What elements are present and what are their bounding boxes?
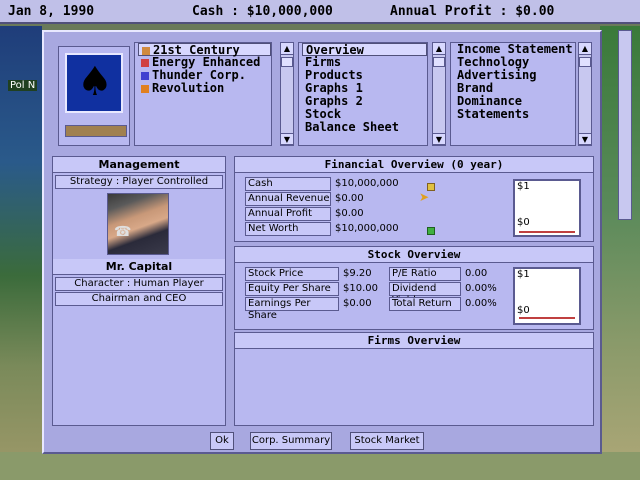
corporation-name: Revolution xyxy=(152,81,225,95)
view-list-scrollbar[interactable]: ▲ ▼ xyxy=(432,42,446,146)
stock-label: Earnings Per Share xyxy=(245,297,339,321)
corporation-logo: ♠ xyxy=(58,46,130,146)
ceo-portrait: ☎ xyxy=(107,193,169,255)
corporation-color-swatch xyxy=(141,58,149,67)
financial-label: Cash xyxy=(245,177,331,191)
corporation-color-swatch xyxy=(141,71,149,80)
management-panel: Management Strategy : Player Controlled … xyxy=(52,156,226,426)
map-label: Pol N xyxy=(8,80,38,91)
phone-icon: ☎ xyxy=(114,224,132,240)
graph-line xyxy=(519,231,575,233)
firms-overview-panel: Firms Overview xyxy=(234,332,594,426)
financial-value: $10,000,000 xyxy=(335,223,399,234)
corporation-list-scrollbar[interactable]: ▲ ▼ xyxy=(280,42,294,146)
report-list-scrollbar[interactable]: ▲ ▼ xyxy=(578,42,592,146)
background-scenery-bottom xyxy=(0,452,640,480)
spade-icon: ♠ xyxy=(77,59,113,105)
stock-overview-title: Stock Overview xyxy=(235,247,593,263)
status-indicator-green xyxy=(427,227,435,235)
view-item[interactable]: Balance Sheet xyxy=(302,121,427,134)
report-list: Income Statement Technology Advertising Bra… xyxy=(450,42,576,146)
scroll-down-icon[interactable]: ▼ xyxy=(433,133,445,145)
financial-label: Annual Revenue xyxy=(245,192,331,206)
scroll-down-icon[interactable]: ▼ xyxy=(579,133,591,145)
stock-label: Equity Per Share xyxy=(245,282,339,296)
graph-bottom-label: $0 xyxy=(517,217,530,228)
financial-value: $0.00 xyxy=(335,193,364,204)
graph-top-label: $1 xyxy=(517,181,530,192)
graph-bottom-label: $0 xyxy=(517,305,530,316)
financial-overview-title: Financial Overview (0 year) xyxy=(235,157,593,173)
corporation-color-swatch xyxy=(142,46,150,55)
stock-value: $0.00 xyxy=(343,298,372,309)
stock-value: 0.00% xyxy=(465,283,497,294)
stock-value: $10.00 xyxy=(343,283,378,294)
stock-graph: $1 $0 xyxy=(513,267,581,325)
annual-profit-readout: Annual Profit : $0.00 xyxy=(390,4,555,19)
view-list: Overview Firms Products Graphs 1 Graphs 2 Sto… xyxy=(298,42,428,146)
game-date: Jan 8, 1990 xyxy=(8,4,95,19)
scroll-up-icon[interactable]: ▲ xyxy=(281,43,293,55)
background-scrollbar-right[interactable] xyxy=(618,30,632,220)
stock-value: 0.00 xyxy=(465,268,488,279)
corporation-report-window: ♠ 21st Century Energy Enhanced Thunder Cor… xyxy=(42,30,602,454)
financial-label: Annual Profit xyxy=(245,207,331,221)
cash-readout: Cash : $10,000,000 xyxy=(192,4,333,19)
scroll-down-icon[interactable]: ▼ xyxy=(281,133,293,145)
stock-market-button[interactable]: Stock Market xyxy=(350,432,424,450)
financial-graph: $1 $0 xyxy=(513,179,581,237)
financial-label: Net Worth xyxy=(245,222,331,236)
background-scenery-left xyxy=(0,26,42,480)
stock-label: Stock Price xyxy=(245,267,339,281)
status-bar: Jan 8, 1990 Cash : $10,000,000 Annual Pr… xyxy=(0,0,640,24)
scroll-up-icon[interactable]: ▲ xyxy=(579,43,591,55)
corporation-list: 21st Century Energy Enhanced Thunder Corp.… xyxy=(134,42,272,146)
scroll-thumb[interactable] xyxy=(579,57,591,67)
report-item[interactable]: Statements xyxy=(454,108,575,121)
corp-summary-button[interactable]: Corp. Summary xyxy=(250,432,332,450)
scroll-thumb[interactable] xyxy=(281,57,293,67)
strategy-label: Strategy : Player Controlled xyxy=(55,175,223,189)
scroll-thumb[interactable] xyxy=(433,57,445,67)
ceo-name: Mr. Capital xyxy=(53,259,225,275)
firms-overview-title: Firms Overview xyxy=(235,333,593,349)
financial-value: $0.00 xyxy=(335,208,364,219)
scroll-up-icon[interactable]: ▲ xyxy=(433,43,445,55)
ceo-position: Chairman and CEO xyxy=(55,292,223,306)
corporation-name: Energy Enhanced xyxy=(152,55,261,69)
stock-value: $9.20 xyxy=(343,268,372,279)
management-title: Management xyxy=(53,157,225,173)
financial-value: $10,000,000 xyxy=(335,178,399,189)
corporation-name: Thunder Corp. xyxy=(152,68,246,82)
financial-overview-panel: Financial Overview (0 year) Cash $10,000,… xyxy=(234,156,594,242)
graph-top-label: $1 xyxy=(517,269,530,280)
stock-value: 0.00% xyxy=(465,298,497,309)
corporation-color-bar xyxy=(65,125,127,137)
stock-overview-panel: Stock Overview Stock Price $9.20 Equity Pe… xyxy=(234,246,594,330)
stock-label: Total Return xyxy=(389,297,461,311)
ceo-character: Character : Human Player xyxy=(55,277,223,291)
stock-label: Dividend Yield xyxy=(389,282,461,306)
ok-button[interactable]: Ok xyxy=(210,432,234,450)
pointer-cursor-icon: ➤ xyxy=(419,190,430,204)
corporation-color-swatch xyxy=(141,84,149,93)
stock-label: P/E Ratio xyxy=(389,267,461,281)
corporation-item[interactable]: Revolution xyxy=(138,82,271,95)
graph-line xyxy=(519,317,575,319)
